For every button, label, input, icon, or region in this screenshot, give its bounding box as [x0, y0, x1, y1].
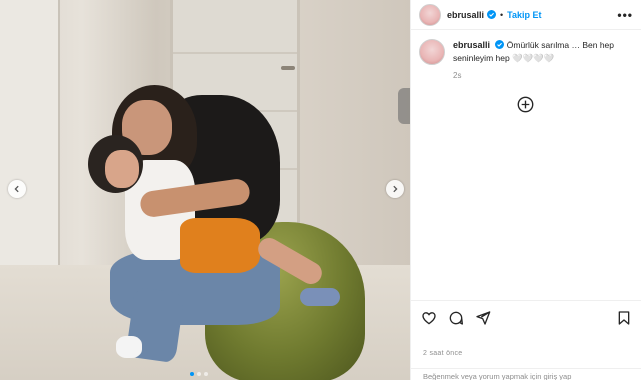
chevron-left-icon	[14, 185, 19, 193]
heart-icon[interactable]	[421, 310, 437, 326]
carousel-dot	[197, 372, 201, 376]
carousel-dot	[190, 372, 194, 376]
more-options-button[interactable]: •••	[617, 8, 633, 22]
post-sidebar: ebrusalli • Takip Et ••• ebrusalli Ömürl…	[410, 0, 641, 380]
prev-image-button[interactable]	[8, 180, 26, 198]
instagram-post-view: ebrusalli • Takip Et ••• ebrusalli Ömürl…	[0, 0, 641, 380]
caption-timestamp: 2s	[453, 71, 462, 80]
separator-dot: •	[500, 9, 504, 20]
photo-wall	[0, 0, 60, 270]
send-icon[interactable]	[475, 310, 491, 326]
verified-badge-icon	[487, 10, 497, 19]
caption: ebrusalli Ömürlük sarılma … Ben hep seni…	[411, 30, 641, 91]
next-image-button[interactable]	[386, 180, 404, 198]
action-bar	[411, 300, 641, 334]
bookmark-icon[interactable]	[616, 310, 632, 326]
caption-username[interactable]: ebrusalli	[453, 40, 490, 50]
login-prompt[interactable]: Beğenmek veya yorum yapmak için giriş ya…	[411, 368, 641, 380]
avatar[interactable]	[419, 39, 445, 65]
avatar[interactable]	[419, 3, 441, 26]
follow-button[interactable]: Takip Et	[507, 10, 541, 20]
carousel-dots	[190, 372, 208, 376]
post-header: ebrusalli • Takip Et •••	[411, 0, 641, 30]
post-timestamp: 2 saat önce	[423, 350, 463, 357]
username-link[interactable]: ebrusalli	[447, 10, 484, 20]
verified-badge-icon	[495, 40, 505, 49]
edge-icon	[398, 88, 410, 124]
carousel-dot	[204, 372, 208, 376]
add-circle-icon[interactable]	[517, 96, 534, 113]
chevron-right-icon	[393, 185, 398, 193]
post-image[interactable]	[0, 0, 410, 380]
comment-icon[interactable]	[448, 310, 464, 326]
